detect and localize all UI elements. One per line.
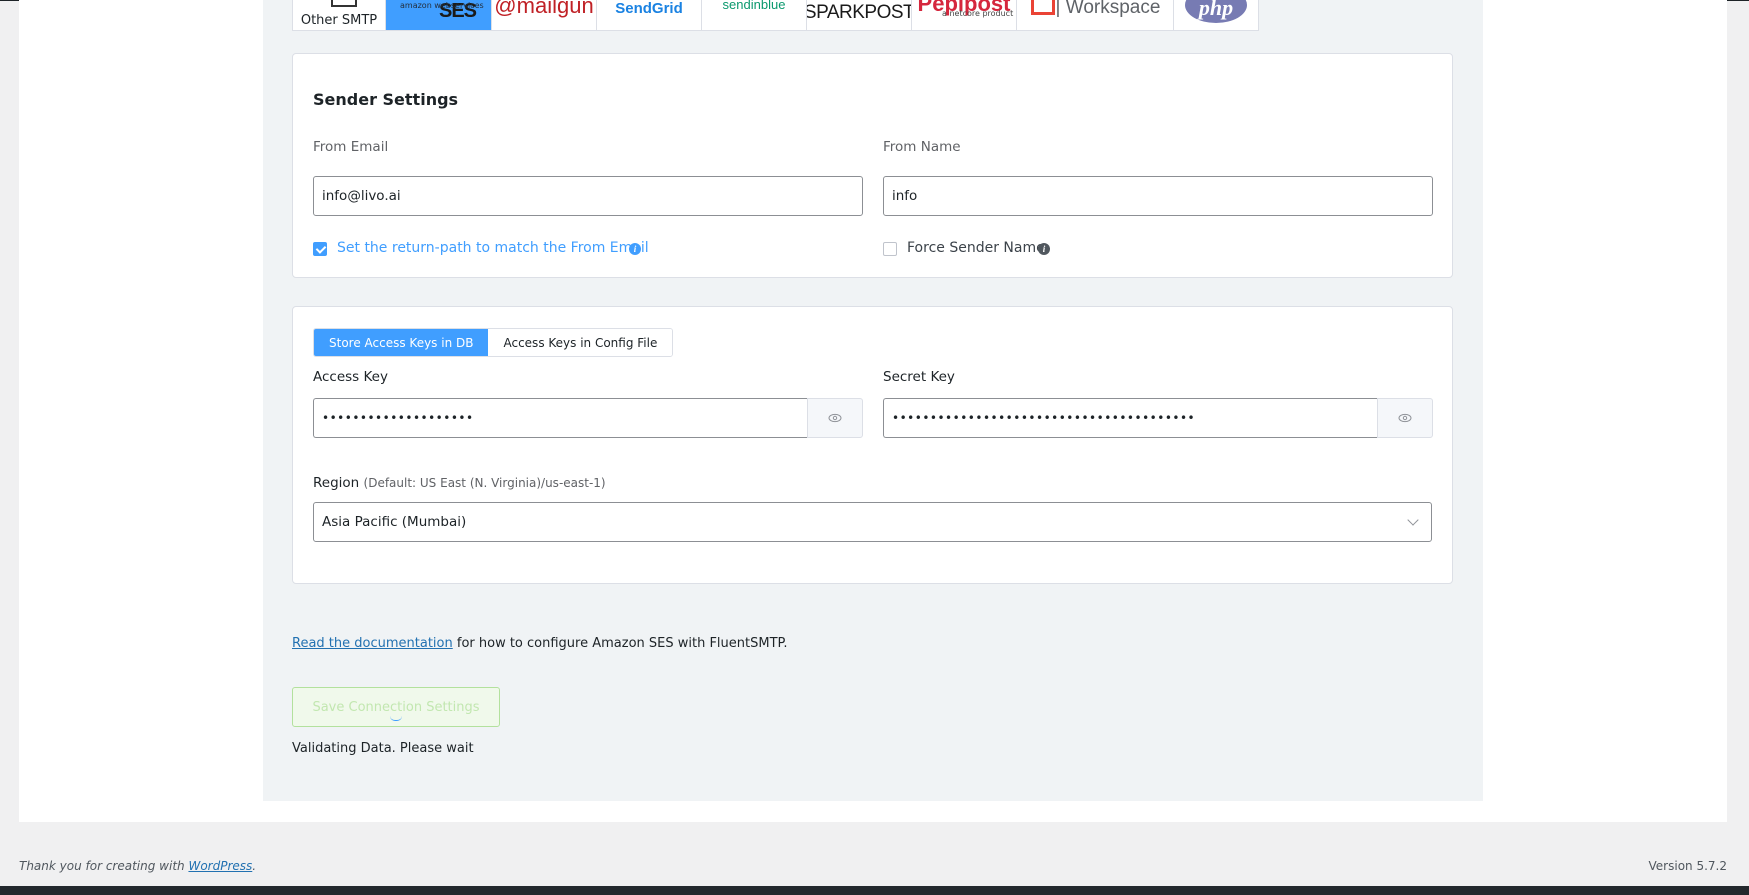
return-path-label[interactable]: Set the return-path to match the From Em… [337,240,649,256]
provider-label: @mailgun [494,0,594,18]
from-email-label: From Email [313,139,389,155]
documentation-link[interactable]: Read the documentation [292,636,453,651]
tab-store-keys-db[interactable]: Store Access Keys in DB [314,329,489,356]
access-key-label: Access Key [313,369,388,385]
documentation-note: Read the documentation for how to config… [292,636,787,651]
footer-thanks-suffix: . [252,859,257,873]
region-label-text: Region [313,475,360,491]
force-sender-name-checkbox[interactable] [883,242,897,256]
gmail-icon [1031,0,1055,15]
footer-thanks: Thank you for creating with WordPress. [19,859,256,873]
provider-sparkpost[interactable]: SPARKPOST [807,0,912,31]
key-storage-toggle: Store Access Keys in DB Access Keys in C… [313,328,674,357]
show-password-button[interactable] [807,398,863,438]
info-icon[interactable]: i [629,243,641,255]
wordpress-link[interactable]: WordPress [188,859,252,873]
access-key-field: •••••••••••••••••••• [313,398,863,438]
footer-thanks-prefix: Thank you for creating with [19,859,189,873]
tab-keys-config-file[interactable]: Access Keys in Config File [488,329,673,356]
provider-other-smtp[interactable]: Other SMTP [292,0,386,31]
secret-key-label: Secret Key [883,369,955,385]
bottom-bar [0,886,1749,895]
status-message: Validating Data. Please wait [292,741,474,756]
loading-spinner-icon [390,716,402,721]
provider-sendgrid[interactable]: SendGrid [597,0,702,31]
provider-amazon-ses[interactable]: amazon webservices SES [386,0,492,31]
footer-version: Version 5.7.2 [1648,859,1727,873]
show-password-button[interactable] [1377,398,1433,438]
smtp-icon [331,0,357,7]
region-hint: (Default: US East (N. Virginia)/us-east-… [363,476,606,490]
provider-label: Other SMTP [300,12,378,28]
provider-selector: Other SMTP amazon webservices SES @mailg… [292,0,1259,32]
php-logo-icon: php [1185,0,1247,23]
from-email-input[interactable] [313,176,863,216]
info-icon[interactable]: i [1038,243,1050,255]
region-select[interactable]: Asia Pacific (Mumbai) [313,502,1432,542]
secret-key-field: •••••••••••••••••••••••••••••••••••••••• [883,398,1433,438]
provider-google-workspace[interactable]: | Workspace [1017,0,1174,31]
provider-mailgun[interactable]: @mailgun [492,0,597,31]
secret-key-input[interactable]: •••••••••••••••••••••••••••••••••••••••• [883,398,1377,438]
force-sender-name-label[interactable]: Force Sender Name [907,240,1045,256]
chevron-down-icon [1407,514,1419,526]
access-keys-card: Store Access Keys in DB Access Keys in C… [292,306,1453,584]
provider-sublabel: amazon webservices [400,1,484,10]
provider-sendinblue[interactable]: sendinblue [702,0,807,31]
provider-label: | Workspace [1055,0,1161,18]
region-label: Region (Default: US East (N. Virginia)/u… [313,475,606,491]
from-name-label: From Name [883,139,961,155]
region-selected-value: Asia Pacific (Mumbai) [322,514,467,530]
eye-icon [828,413,842,423]
provider-label: SendGrid [615,0,683,17]
sender-settings-card: Sender Settings From Email From Name Set… [292,53,1453,278]
provider-sublabel: a netcore product [942,9,1014,18]
access-key-input[interactable]: •••••••••••••••••••• [313,398,807,438]
eye-icon [1398,413,1412,423]
documentation-text: for how to configure Amazon SES with Flu… [452,636,788,651]
save-connection-settings-button[interactable]: Save Connection Settings [292,687,500,727]
return-path-checkbox[interactable] [313,242,327,256]
provider-pepipost[interactable]: Pepipost a netcore product [912,0,1017,31]
section-title: Sender Settings [313,90,459,109]
provider-label: sendinblue [722,0,786,12]
from-name-input[interactable] [883,176,1433,216]
provider-php-mail[interactable]: php [1174,0,1259,31]
provider-label: php [1198,0,1234,20]
provider-label: SPARKPOST [807,2,912,23]
save-button-label: Save Connection Settings [312,699,480,715]
